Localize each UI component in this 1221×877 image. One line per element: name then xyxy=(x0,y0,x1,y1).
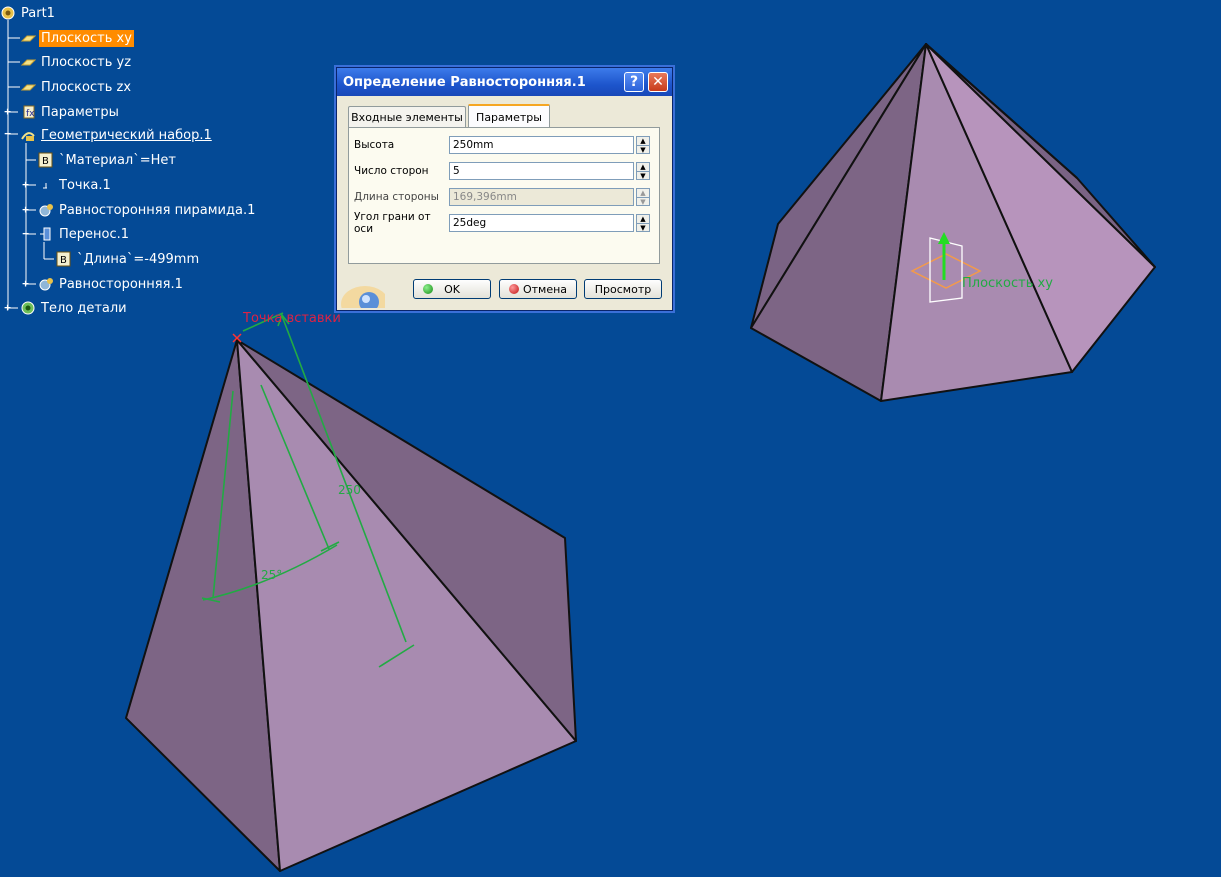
part-body-icon xyxy=(20,300,36,316)
tree-item-plane-zx[interactable]: Плоскость zx xyxy=(20,77,133,97)
tree-item-equilateral[interactable]: Равносторонняя.1 xyxy=(38,274,185,294)
expand-icon[interactable]: + xyxy=(3,106,12,117)
preview-label: Просмотр xyxy=(594,282,652,296)
side-length-row: Длина стороны xyxy=(354,187,449,207)
tree-item-point[interactable]: Точка.1 xyxy=(38,175,113,195)
point-icon xyxy=(38,177,54,193)
ok-icon xyxy=(423,284,433,294)
tree-item-translate[interactable]: Перенос.1 xyxy=(38,224,131,244)
height-dimension-text: 250 xyxy=(338,483,361,497)
sides-label: Число сторон xyxy=(354,165,429,177)
tree-item-plane-xy[interactable]: Плоскость xy xyxy=(20,28,134,48)
formula-icon: B xyxy=(38,152,54,168)
tree-item-label: Тело детали xyxy=(41,300,127,316)
powercopy-icon xyxy=(38,202,54,218)
tree-item-label: Точка.1 xyxy=(59,177,111,193)
svg-text:B: B xyxy=(42,156,49,167)
geometrical-set-icon xyxy=(20,127,36,143)
sides-input[interactable]: 5 xyxy=(449,162,634,180)
tree-item-pyramid-copy[interactable]: Равносторонняя пирамида.1 xyxy=(38,200,257,220)
angle-dimension-text: 25° xyxy=(261,568,282,582)
powercopy-icon xyxy=(38,276,54,292)
height-input[interactable]: 250mm xyxy=(449,136,634,154)
preview-button[interactable]: Просмотр xyxy=(584,279,662,299)
plane-icon xyxy=(20,54,37,70)
tree-item-plane-yz[interactable]: Плоскость yz xyxy=(20,52,133,72)
height-label: Высота xyxy=(354,139,395,151)
square-pyramid[interactable] xyxy=(125,339,577,872)
side-length-label: Длина стороны xyxy=(354,191,439,203)
tree-item-material-formula[interactable]: B `Материал`=Нет xyxy=(38,150,178,170)
tree-item-label: Плоскость yz xyxy=(41,54,132,70)
globe-logo-icon xyxy=(339,274,389,322)
face-angle-input[interactable]: 25deg xyxy=(449,214,634,232)
tree-item-label: Плоскость xy xyxy=(39,29,134,47)
tree-item-label: Перенос.1 xyxy=(59,226,130,242)
plane-icon xyxy=(20,30,37,46)
help-button[interactable]: ? xyxy=(624,72,644,92)
parameters-panel: Высота 250mm ▲ ▼ Число сторон 5 ▲ ▼ Длина … xyxy=(348,127,660,264)
svg-text:B: B xyxy=(60,255,67,266)
parameters-icon: fx xyxy=(20,104,36,120)
face-angle-label: Угол грани от оси xyxy=(354,211,431,235)
face-angle-spinner[interactable]: ▲ ▼ xyxy=(636,214,650,232)
collapse-icon[interactable]: − xyxy=(21,228,30,239)
dialog-titlebar[interactable]: Определение Равносторонняя.1 ? ✕ xyxy=(337,68,672,96)
plane-icon xyxy=(20,79,37,95)
tab-parameters[interactable]: Параметры xyxy=(468,104,550,128)
tree-item-length-formula[interactable]: B `Длина`=-499mm xyxy=(56,249,201,269)
tree-item-label: `Материал`=Нет xyxy=(59,152,176,168)
tree-item-label: `Длина`=-499mm xyxy=(77,251,200,267)
tree-item-geometrical-set[interactable]: Геометрический набор.1 xyxy=(20,125,214,145)
tree-item-part1[interactable]: Part1 xyxy=(0,3,57,23)
height-row: Высота xyxy=(354,135,449,155)
part-icon xyxy=(0,5,16,21)
height-spinner[interactable]: ▲ ▼ xyxy=(636,136,650,154)
formula-icon: B xyxy=(56,251,72,267)
tree-item-label: Равносторонняя пирамида.1 xyxy=(59,202,256,218)
specification-tree: Part1 Плоскость xy Плоскость yz Плоскост… xyxy=(0,0,340,330)
side-length-spinner: ▲ ▼ xyxy=(636,188,650,206)
translate-icon xyxy=(38,226,54,242)
sides-spinner[interactable]: ▲ ▼ xyxy=(636,162,650,180)
pentagonal-pyramid[interactable] xyxy=(750,43,1156,402)
tree-item-label: Равносторонняя.1 xyxy=(59,276,183,292)
tree-item-label: Геометрический набор.1 xyxy=(41,127,212,143)
close-button[interactable]: ✕ xyxy=(648,72,668,92)
expand-icon[interactable]: + xyxy=(21,179,30,190)
tree-item-parameters[interactable]: fx Параметры xyxy=(20,102,121,122)
expand-icon[interactable]: + xyxy=(21,278,30,289)
sides-row: Число сторон xyxy=(354,161,449,181)
ok-button[interactable]: OK xyxy=(413,279,491,299)
tab-input-elements[interactable]: Входные элементы xyxy=(348,106,466,127)
side-length-input: 169,396mm xyxy=(449,188,634,206)
dialog-title: Определение Равносторонняя.1 xyxy=(343,74,586,90)
ok-label: OK xyxy=(444,282,460,296)
tree-item-label: Part1 xyxy=(21,5,55,21)
tree-item-label: Параметры xyxy=(41,104,119,120)
expand-icon[interactable]: + xyxy=(21,204,30,215)
face-angle-row: Угол грани от оси xyxy=(354,211,449,235)
tree-item-part-body[interactable]: Тело детали xyxy=(20,298,129,318)
expand-icon[interactable]: + xyxy=(3,302,12,313)
collapse-icon[interactable]: − xyxy=(3,128,12,139)
tree-item-label: Плоскость zx xyxy=(41,79,132,95)
equilateral-definition-dialog[interactable]: Определение Равносторонняя.1 ? ✕ Входные… xyxy=(336,67,673,322)
cancel-button[interactable]: Отмена xyxy=(499,279,577,299)
svg-text:fx: fx xyxy=(26,109,35,119)
cancel-icon xyxy=(509,284,519,294)
plane-xy-label: Плоскость xy xyxy=(962,276,1053,291)
